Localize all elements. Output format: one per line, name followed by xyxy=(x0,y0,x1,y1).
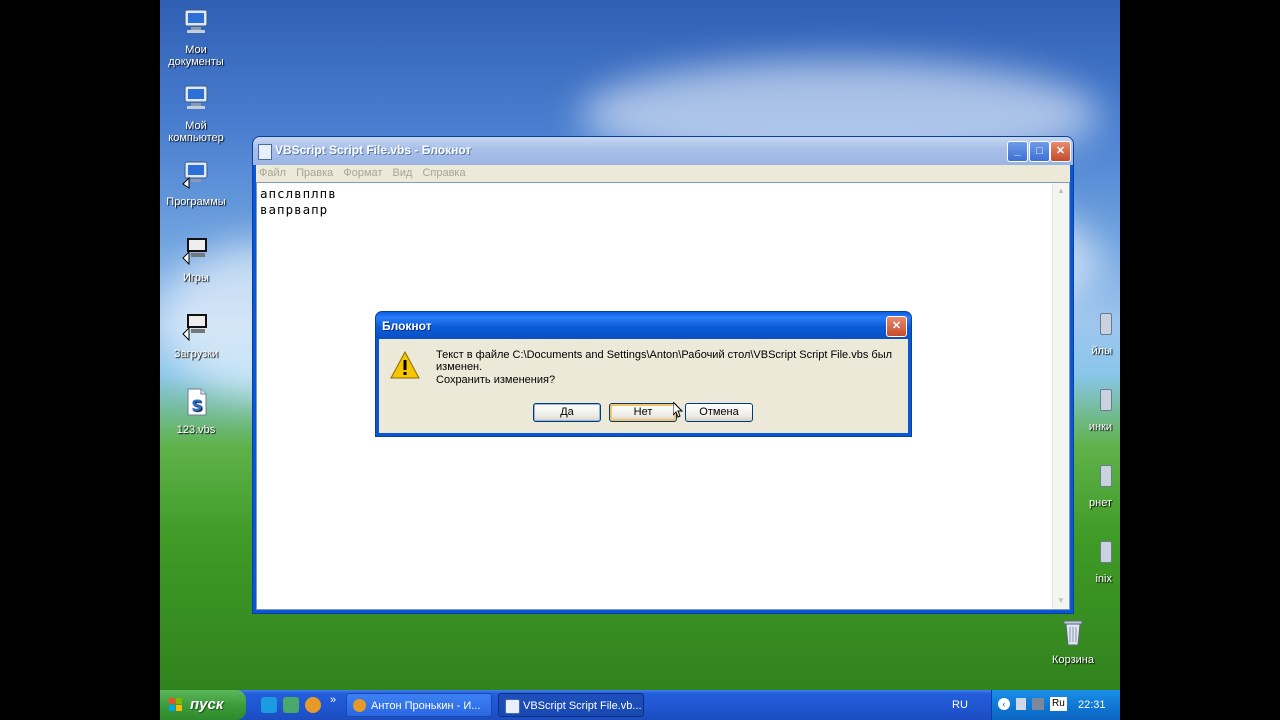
save-changes-dialog: Блокнот ✕ Текст в файле C:\Documents and… xyxy=(376,312,911,436)
desktop-icon-label: Игры xyxy=(183,272,209,284)
minimize-button[interactable]: _ xyxy=(1007,141,1028,162)
network-icon[interactable] xyxy=(283,697,299,713)
dialog-titlebar[interactable]: Блокнот ✕ xyxy=(376,312,911,339)
desktop-icon-label: Корзина xyxy=(1052,654,1094,666)
desktop-icon-label: Программы xyxy=(166,196,226,208)
desktop-icon-edge[interactable]: йлы xyxy=(1072,313,1112,357)
taskbar-item-label: Антон Пронькин - И... xyxy=(371,700,481,712)
close-button[interactable]: ✕ xyxy=(1050,141,1071,162)
close-icon: ✕ xyxy=(1055,145,1066,157)
games-icon xyxy=(182,238,207,266)
desktop-icon-label: Мой компьютер xyxy=(168,120,224,144)
system-tray: RU ‹ Ru 22:31 xyxy=(952,690,1120,720)
taskbar-item-browser[interactable]: Антон Пронькин - И... xyxy=(346,693,492,717)
skype-icon[interactable] xyxy=(261,697,277,713)
mouse-cursor-icon xyxy=(673,402,684,418)
yes-button[interactable]: Да xyxy=(533,403,601,422)
desktop-icon-label: Мои документы xyxy=(168,44,224,68)
dialog-question: Сохранить изменения? xyxy=(436,374,556,386)
notepad-titlebar[interactable]: VBScript Script File.vbs - Блокнот _ □ ✕ xyxy=(253,137,1073,165)
recycle-bin-icon xyxy=(1063,620,1083,646)
file-icon xyxy=(1100,389,1112,411)
my-documents-icon xyxy=(184,9,208,33)
start-button[interactable]: пуск xyxy=(160,690,246,720)
downloads-icon xyxy=(182,314,207,342)
desktop-icon-edge[interactable]: рнет xyxy=(1072,465,1112,509)
menu-file[interactable]: Файл xyxy=(256,165,290,179)
warning-icon xyxy=(390,351,420,379)
desktop-icon-my-computer[interactable]: Мой компьютер xyxy=(160,82,236,144)
notepad-icon xyxy=(258,144,272,160)
editor-text: апслвплпв вапрвапр xyxy=(260,186,337,218)
menu-format[interactable]: Формат xyxy=(340,165,386,179)
desktop-icon-my-documents[interactable]: Мои документы xyxy=(160,6,236,68)
minimize-icon: _ xyxy=(1014,145,1021,157)
volume-icon[interactable] xyxy=(1032,698,1044,710)
notepad-title: VBScript Script File.vbs - Блокнот xyxy=(275,143,472,157)
file-icon xyxy=(1100,313,1112,335)
language-indicator[interactable]: RU xyxy=(952,699,968,711)
dialog-close-button[interactable]: ✕ xyxy=(886,316,907,337)
clock[interactable]: 22:31 xyxy=(1078,699,1106,711)
no-button[interactable]: Нет xyxy=(609,403,677,422)
scroll-up-icon[interactable]: ▲ xyxy=(1055,185,1067,197)
dialog-message: Текст в файле C:\Documents and Settings\… xyxy=(436,349,893,373)
maximize-button[interactable]: □ xyxy=(1029,141,1050,162)
vertical-scrollbar[interactable]: ▲ ▼ xyxy=(1052,183,1069,609)
menu-edit[interactable]: Правка xyxy=(293,165,337,179)
desktop-icon-programs[interactable]: Программы xyxy=(160,158,236,208)
computer-icon xyxy=(184,85,208,109)
desktop-icon-downloads[interactable]: Загрузки xyxy=(160,310,236,360)
script-file-icon: S xyxy=(187,388,207,416)
close-icon: ✕ xyxy=(891,320,902,332)
start-label: пуск xyxy=(190,696,224,713)
menu-view[interactable]: Вид xyxy=(389,165,416,179)
desktop-icon-label: 123.vbs xyxy=(176,424,216,436)
scroll-down-icon[interactable]: ▼ xyxy=(1055,595,1067,607)
file-icon xyxy=(1100,541,1112,563)
browser-icon[interactable] xyxy=(305,697,321,713)
dialog-body: Текст в файле C:\Documents and Settings\… xyxy=(379,339,908,433)
browser-icon xyxy=(353,699,366,712)
network-tray-icon[interactable] xyxy=(1016,698,1026,710)
quicklaunch-chevron[interactable]: » xyxy=(330,694,336,706)
taskbar: пуск » Антон Пронькин - И... VBScript Sc… xyxy=(160,690,1120,720)
desktop-icon-123-vbs[interactable]: S 123.vbs xyxy=(160,386,236,436)
maximize-icon: □ xyxy=(1036,145,1043,157)
editor-line: вапрвапр xyxy=(260,202,329,217)
tray-expand-icon[interactable]: ‹ xyxy=(998,698,1010,710)
desktop-icon-recycle-bin[interactable]: Корзина xyxy=(1033,616,1113,666)
input-method-indicator[interactable]: Ru xyxy=(1050,697,1067,711)
desktop-icon-edge[interactable]: инки xyxy=(1072,389,1112,433)
editor-line: апслвплпв xyxy=(260,186,337,201)
desktop-icon-label: Загрузки xyxy=(173,348,219,360)
taskbar-item-notepad[interactable]: VBScript Script File.vb... xyxy=(498,693,644,717)
file-icon xyxy=(1100,465,1112,487)
menu-help[interactable]: Справка xyxy=(419,165,469,179)
svg-text:S: S xyxy=(191,396,203,415)
taskbar-item-label: VBScript Script File.vb... xyxy=(523,700,642,712)
notepad-icon xyxy=(505,699,520,714)
cancel-button[interactable]: Отмена xyxy=(685,403,753,422)
menu-bar: Файл Правка Формат Вид Справка xyxy=(256,165,1070,182)
dialog-title: Блокнот xyxy=(382,319,432,333)
desktop-icon-edge[interactable]: inix xyxy=(1072,541,1112,585)
windows-flag-icon xyxy=(169,698,182,711)
programs-icon xyxy=(182,161,208,189)
desktop-icon-games[interactable]: Игры xyxy=(160,234,236,284)
